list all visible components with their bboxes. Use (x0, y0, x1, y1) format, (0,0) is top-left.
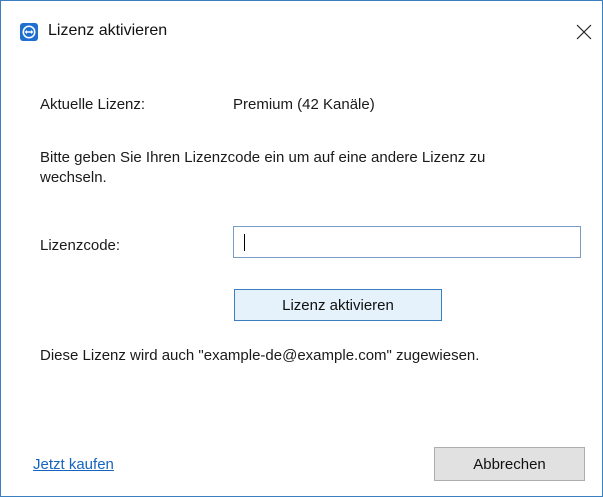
close-button[interactable] (569, 17, 599, 47)
license-code-label: Lizenzcode: (40, 237, 121, 254)
cancel-button[interactable]: Abbrechen (434, 447, 585, 481)
assigned-account-note: Diese Lizenz wird auch "example-de@examp… (40, 347, 480, 364)
title-bar: Lizenz aktivieren (1, 1, 602, 61)
current-license-label: Aktuelle Lizenz: (40, 96, 146, 113)
activate-license-button[interactable]: Lizenz aktivieren (234, 289, 442, 321)
dialog-title: Lizenz aktivieren (48, 22, 168, 39)
text-caret (244, 234, 245, 251)
buy-now-link[interactable]: Jetzt kaufen (33, 456, 114, 473)
current-license-value: Premium (42 Kanäle) (233, 96, 375, 113)
close-icon (576, 24, 592, 40)
license-code-input[interactable] (233, 226, 581, 258)
teamviewer-app-icon (20, 23, 38, 41)
instructions-text: Bitte geben Sie Ihren Lizenzcode ein um … (40, 149, 486, 186)
license-dialog: Lizenz aktivieren Aktuelle Lizenz: Premi… (0, 0, 603, 497)
